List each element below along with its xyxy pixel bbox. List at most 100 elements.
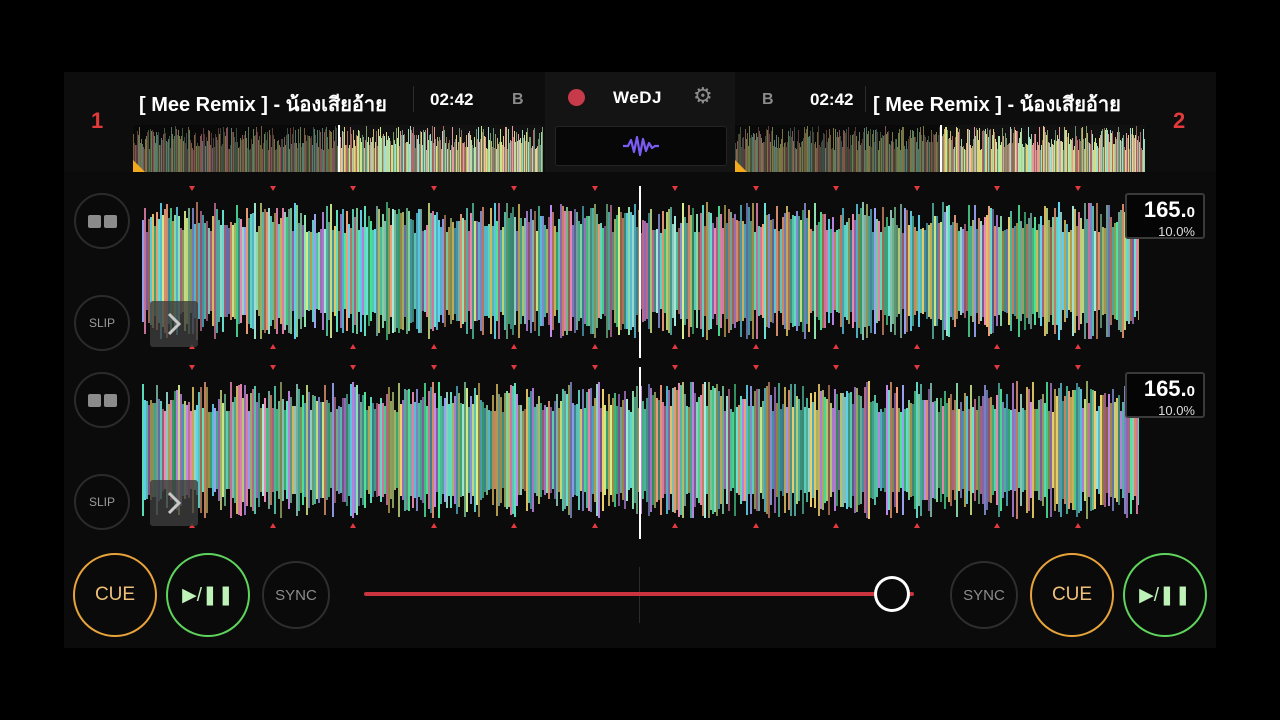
deck2-sync-button[interactable]: SYNC <box>950 561 1018 629</box>
deck2-slip-button[interactable]: SLIP <box>74 474 130 530</box>
deck2-waveform[interactable] <box>142 361 1139 539</box>
beat-marker <box>752 344 759 349</box>
overview-bar <box>542 127 543 172</box>
beat-marker <box>994 523 1000 528</box>
deck1-overview-waveform[interactable] <box>133 125 543 172</box>
overview-played-region <box>735 125 940 172</box>
beat-marker <box>430 523 437 528</box>
waveform-toggle-button[interactable] <box>555 126 727 166</box>
beat-marker <box>833 365 839 370</box>
beat-marker <box>269 523 276 528</box>
beat-marker <box>994 344 1000 349</box>
beat-marker <box>511 186 517 191</box>
overview-bar <box>1144 138 1145 172</box>
deck2-header: B 02:42 [ Mee Remix ] - น้องเสียอ้าย 2 <box>735 72 1216 172</box>
beat-marker <box>1074 365 1081 370</box>
beat-marker <box>430 186 437 191</box>
record-icon[interactable] <box>568 89 585 106</box>
deck2-track-key: B <box>762 91 774 108</box>
dj-app: 1 [ Mee Remix ] - น้องเสียอ้าย 02:42 B W… <box>64 72 1216 648</box>
deck1-bpm-display[interactable]: 165.0 10.0% <box>1125 193 1205 239</box>
deck2-pitch-value: 10.0% <box>1158 403 1195 418</box>
beat-marker <box>1074 344 1081 349</box>
deck1-waveform[interactable] <box>142 180 1139 358</box>
beat-marker <box>752 186 759 191</box>
beat-marker <box>672 365 678 370</box>
beat-marker <box>994 365 1000 370</box>
beat-marker <box>350 344 356 349</box>
deck1-loop-button[interactable] <box>74 193 130 249</box>
deck1-cue-button[interactable]: CUE <box>73 553 157 637</box>
beat-marker <box>833 186 839 191</box>
playhead <box>639 186 641 358</box>
beat-marker <box>913 365 920 370</box>
beat-marker <box>189 186 195 191</box>
beat-marker <box>913 344 920 349</box>
overview-played-region <box>133 125 338 172</box>
deck2-cue-button[interactable]: CUE <box>1030 553 1114 637</box>
beat-marker <box>752 523 759 528</box>
deck1-waveform-row: SLIP 165.0 10.0% <box>64 180 1216 358</box>
deck2-track-time: 02:42 <box>810 90 854 109</box>
beat-marker <box>511 344 517 349</box>
deck2-number: 2 <box>1173 108 1186 133</box>
beat-marker <box>913 523 920 528</box>
beat-marker <box>350 523 356 528</box>
deck1-separator <box>413 86 414 112</box>
chevron-right-icon <box>167 491 182 515</box>
crossfader-knob[interactable] <box>874 576 910 612</box>
deck2-waveform-row: SLIP 165.0 10.0% <box>64 361 1216 539</box>
overview-cue-marker <box>133 160 145 172</box>
loop-icon <box>87 393 117 407</box>
beat-marker <box>672 186 678 191</box>
beat-marker <box>672 344 678 349</box>
beat-marker <box>1074 523 1081 528</box>
deck1-number: 1 <box>91 108 104 133</box>
deck1-track-time: 02:42 <box>430 90 474 109</box>
chevron-right-icon <box>167 312 182 336</box>
beat-marker <box>350 186 356 191</box>
beat-marker <box>269 365 276 370</box>
beat-marker <box>511 365 517 370</box>
beat-marker <box>994 186 1000 191</box>
beat-marker <box>591 186 598 191</box>
deck2-track-title[interactable]: [ Mee Remix ] - น้องเสียอ้าย <box>873 88 1141 120</box>
beat-marker <box>672 523 678 528</box>
beat-marker <box>752 365 759 370</box>
beat-marker <box>1074 186 1081 191</box>
deck1-pitch-value: 10.0% <box>1158 224 1195 239</box>
beat-marker <box>269 186 276 191</box>
overview-position-cursor <box>338 125 340 172</box>
beat-marker <box>591 344 598 349</box>
deck2-play-pause-button[interactable]: ▶/❚❚ <box>1123 553 1207 637</box>
beat-marker <box>913 186 920 191</box>
deck1-track-title[interactable]: [ Mee Remix ] - น้องเสียอ้าย <box>139 88 409 120</box>
beat-marker <box>430 365 437 370</box>
deck2-overview-waveform[interactable] <box>735 125 1145 172</box>
waveform-icon <box>623 135 659 157</box>
deck1-header: 1 [ Mee Remix ] - น้องเสียอ้าย 02:42 B <box>64 72 545 172</box>
beat-marker <box>591 365 598 370</box>
deck2-bpm-value: 165.0 <box>1143 376 1195 401</box>
deck2-bpm-display[interactable]: 165.0 10.0% <box>1125 372 1205 418</box>
beat-marker <box>833 344 839 349</box>
deck2-loop-button[interactable] <box>74 372 130 428</box>
beat-marker <box>591 523 598 528</box>
beat-marker <box>269 344 276 349</box>
deck1-track-key: B <box>512 91 524 108</box>
beat-marker <box>833 523 839 528</box>
crossfader-track[interactable] <box>364 592 914 596</box>
deck2-expand-button[interactable] <box>150 480 198 526</box>
deck2-separator <box>865 86 866 112</box>
deck1-play-pause-button[interactable]: ▶/❚❚ <box>166 553 250 637</box>
gear-icon[interactable]: ⚙ <box>693 85 713 107</box>
wedj-logo: WeDJ <box>613 88 662 107</box>
beat-marker <box>350 365 356 370</box>
beat-marker <box>430 344 437 349</box>
deck1-sync-button[interactable]: SYNC <box>262 561 330 629</box>
deck1-bpm-value: 165.0 <box>1143 197 1195 222</box>
deck1-expand-button[interactable] <box>150 301 198 347</box>
playhead <box>639 367 641 539</box>
deck1-slip-button[interactable]: SLIP <box>74 295 130 351</box>
loop-icon <box>87 214 117 228</box>
